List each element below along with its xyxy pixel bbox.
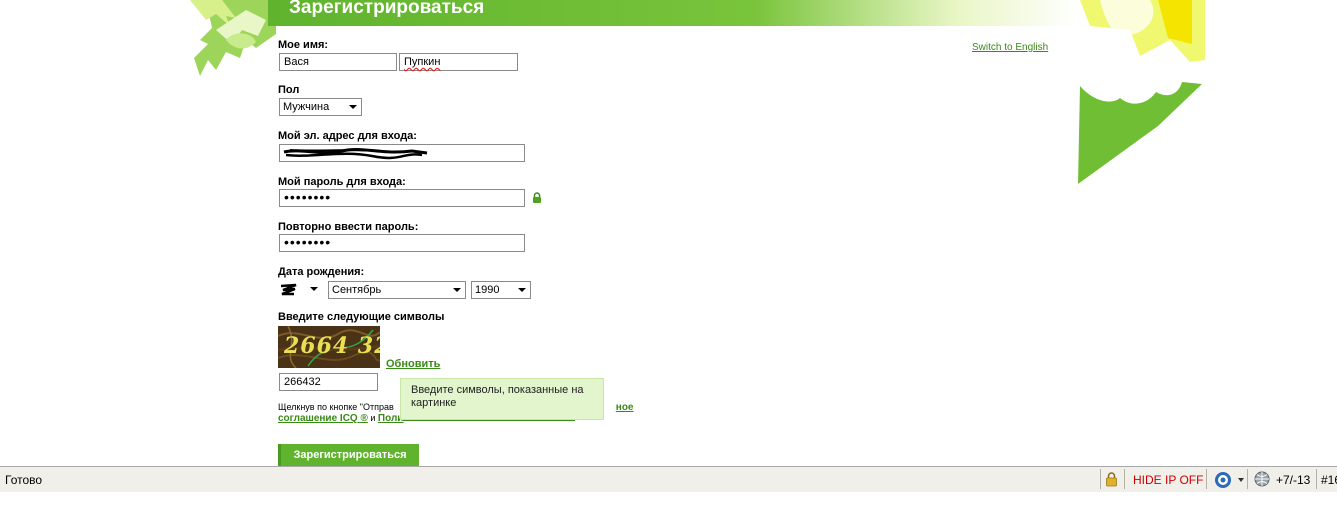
repeat-password-input[interactable]: ••••••••: [279, 234, 525, 252]
password-label: Мой пароль для входа:: [278, 176, 406, 188]
last-name-value: Пупкин: [404, 56, 441, 68]
chevron-down-icon: [453, 288, 461, 292]
captcha-input[interactable]: 266432: [279, 373, 378, 391]
captcha-refresh-link[interactable]: Обновить: [386, 358, 440, 370]
email-label: Мой эл. адрес для входа:: [278, 130, 417, 142]
terms-link-agreement[interactable]: соглашение ICQ ®: [278, 413, 368, 424]
gender-label: Пол: [278, 84, 300, 96]
birth-month-value: Сентябрь: [332, 284, 382, 296]
gender-value: Мужчина: [283, 101, 330, 113]
password-input[interactable]: ••••••••: [279, 189, 525, 207]
browser-addon-icon[interactable]: [1214, 471, 1232, 489]
captcha-image: 2664 32: [278, 326, 380, 368]
page: Зарегистрироваться Switch to English Мое…: [0, 0, 1337, 529]
page-title: Зарегистрироваться: [289, 0, 485, 18]
left-decoration-icon: [190, 0, 276, 76]
terms-and: и: [367, 413, 378, 423]
right-decoration-icon: [1078, 0, 1205, 184]
name-label: Мое имя:: [278, 39, 329, 51]
email-input[interactable]: [279, 144, 525, 162]
bottom-area: [0, 492, 1337, 529]
terms-prefix: Щелкнув по кнопке "Отправ: [278, 402, 394, 412]
captcha-text: 2664 32: [284, 333, 380, 359]
statusbar-extra: #16: [1321, 473, 1337, 487]
last-name-input[interactable]: Пупкин: [399, 53, 518, 71]
redacted-scribble-icon: [280, 283, 297, 296]
weather-temperature: +7/-13: [1276, 473, 1311, 487]
chevron-down-icon: [518, 288, 526, 292]
switch-language-link[interactable]: Switch to English: [972, 42, 1048, 53]
lock-icon: [533, 192, 541, 203]
browser-statusbar: Готово HIDE IP OFF +7/-13 #16: [0, 466, 1337, 492]
first-name-input[interactable]: Вася: [279, 53, 397, 71]
status-text: Готово: [5, 473, 43, 487]
captcha-label: Введите следующие символы: [278, 311, 445, 323]
chevron-down-icon: [310, 287, 318, 291]
birth-month-select[interactable]: Сентябрь: [328, 281, 466, 299]
hide-ip-status[interactable]: HIDE IP OFF: [1133, 473, 1203, 487]
birth-day-select[interactable]: [279, 281, 322, 299]
birth-year-value: 1990: [475, 284, 500, 296]
birthdate-label: Дата рождения:: [278, 266, 365, 278]
lock-icon: [1106, 472, 1117, 487]
terms-link-agreement-tail[interactable]: ное: [616, 402, 634, 413]
redacted-scribble-icon: [283, 147, 428, 160]
birth-year-select[interactable]: 1990: [471, 281, 531, 299]
chevron-down-icon[interactable]: [1238, 478, 1244, 482]
gender-select[interactable]: Мужчина: [279, 98, 362, 116]
chevron-down-icon: [349, 105, 357, 109]
repeat-password-label: Повторно ввести пароль:: [278, 221, 419, 233]
captcha-tooltip: Введите символы, показанные на картинке: [400, 378, 604, 420]
register-submit-button[interactable]: Зарегистрироваться: [278, 444, 419, 466]
globe-icon: [1254, 471, 1270, 487]
